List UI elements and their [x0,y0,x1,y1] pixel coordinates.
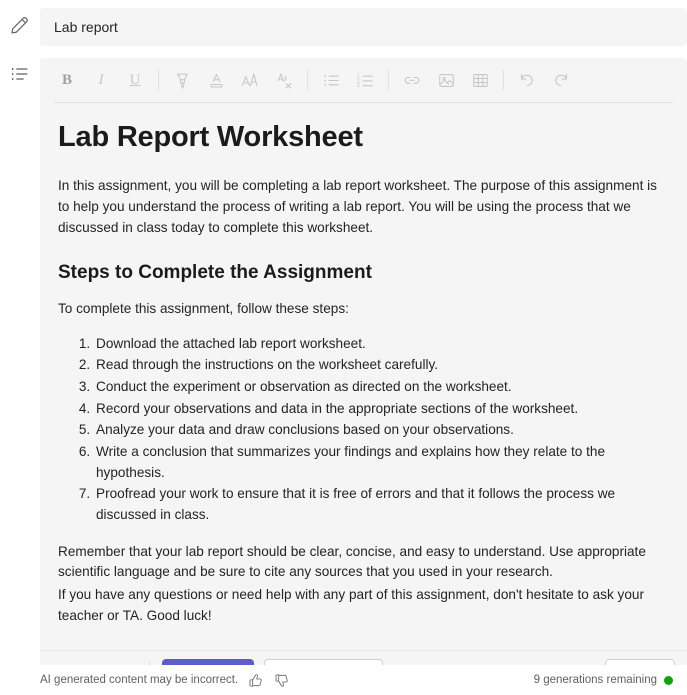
image-icon[interactable] [431,65,461,95]
generations-remaining-text: 9 generations remaining [533,674,657,686]
main-column: Lab report B I U 1 2 3 Lab Report Worksh… [40,0,687,695]
link-icon[interactable] [397,65,427,95]
toolbar-divider [307,70,308,90]
editor-panel: B I U 1 2 3 [40,58,687,103]
font-size-icon[interactable] [235,65,265,95]
copilot-draft-window: Lab report B I U 1 2 3 Lab Report Worksh… [0,0,687,695]
redo-icon[interactable] [546,65,576,95]
title-input[interactable]: Lab report [40,8,687,46]
thumbs-down-icon[interactable] [272,671,290,689]
clear-formatting-icon[interactable] [269,65,299,95]
toolbar-divider [158,70,159,90]
formatting-toolbar: B I U 1 2 3 [40,58,687,102]
disclaimer-group: AI generated content may be incorrect. [40,671,290,689]
numbered-list-icon[interactable]: 1 2 3 [350,65,380,95]
page-title: Lab Report Worksheet [58,121,363,153]
svg-text:3: 3 [356,83,359,89]
closing-paragraph-1: Remember that your lab report should be … [58,543,646,580]
toolbar-divider [388,70,389,90]
bulleted-list-icon[interactable] [8,62,32,86]
footer-bar: AI generated content may be incorrect. 9… [0,665,687,695]
steps-intro: To complete this assignment, follow thes… [58,301,349,317]
list-item: Analyze your data and draw conclusions b… [94,420,665,441]
steps-list: Download the attached lab report workshe… [58,334,665,526]
section-heading: Steps to Complete the Assignment [58,262,372,284]
italic-button[interactable]: I [86,65,116,95]
left-rail [0,0,40,695]
bold-button[interactable]: B [52,65,82,95]
title-input-value: Lab report [54,19,118,35]
closing-paragraph-2: If you have any questions or need help w… [58,586,644,623]
list-item: Download the attached lab report workshe… [94,334,665,355]
document-content[interactable]: Lab Report Worksheet In this assignment,… [40,103,687,650]
undo-icon[interactable] [512,65,542,95]
list-item: Read through the instructions on the wor… [94,355,665,376]
font-color-icon[interactable] [201,65,231,95]
list-item: Conduct the experiment or observation as… [94,377,665,398]
list-item: Proofread your work to ensure that it is… [94,484,665,525]
thumbs-up-icon[interactable] [246,671,264,689]
list-item: Write a conclusion that summarizes your … [94,442,665,483]
table-icon[interactable] [465,65,495,95]
status-badge [664,675,673,685]
generations-status: 9 generations remaining [534,674,673,686]
intro-paragraph: In this assignment, you will be completi… [58,178,657,235]
ai-disclaimer-text: AI generated content may be incorrect. [40,674,239,686]
pencil-icon[interactable] [8,12,32,36]
underline-button[interactable]: U [120,65,150,95]
list-item: Record your observations and data in the… [94,399,665,420]
toolbar-divider [503,70,504,90]
bulleted-list-icon[interactable] [316,65,346,95]
highlighter-icon[interactable] [167,65,197,95]
